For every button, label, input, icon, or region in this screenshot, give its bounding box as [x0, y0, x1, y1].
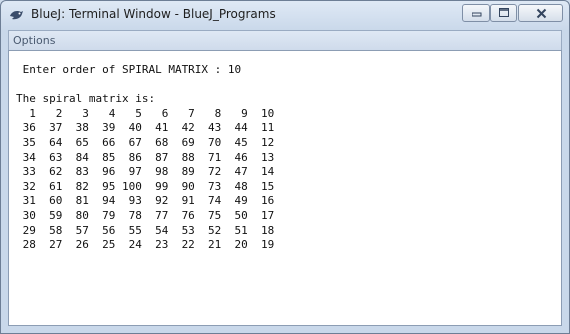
terminal-output-area[interactable]: Enter order of SPIRAL MATRIX : 10 The spi…: [8, 50, 562, 326]
menu-bar: Options: [8, 30, 562, 50]
minimize-icon: [472, 12, 482, 17]
terminal-window: BlueJ: Terminal Window - BlueJ_Programs …: [0, 0, 570, 334]
matrix-row: 29 58 57 56 55 54 53 52 51 18: [16, 223, 275, 237]
matrix-row: 35 64 65 66 67 68 69 70 45 12: [16, 135, 275, 149]
matrix-row: 36 37 38 39 40 41 42 43 44 11: [16, 121, 275, 135]
bluej-bird-icon: [10, 11, 23, 20]
matrix-row: 1 2 3 4 5 6 7 8 9 10: [16, 106, 275, 120]
matrix-row: 34 63 84 85 86 87 88 71 46 13: [16, 150, 275, 164]
matrix-row: 33 62 83 96 97 98 89 72 47 14: [16, 165, 275, 179]
terminal-text: Enter order of SPIRAL MATRIX : 10 The spi…: [16, 63, 274, 253]
title-bar[interactable]: BlueJ: Terminal Window - BlueJ_Programs: [1, 1, 569, 29]
minimize-button[interactable]: [462, 4, 490, 22]
maximize-button[interactable]: [490, 4, 517, 22]
matrix-row: 28 27 26 25 24 23 22 21 20 19: [16, 238, 275, 252]
maximize-icon: [499, 8, 509, 17]
terminal-line: The spiral matrix is:: [16, 92, 156, 106]
close-icon: [536, 8, 547, 19]
matrix-row: 31 60 81 94 93 92 91 74 49 16: [16, 194, 275, 208]
matrix-row: 32 61 82 95 100 99 90 73 48 15: [16, 179, 275, 193]
menu-options[interactable]: Options: [13, 34, 55, 47]
matrix-row: 30 59 80 79 78 77 76 75 50 17: [16, 208, 275, 222]
terminal-line: Enter order of SPIRAL MATRIX : 10: [16, 63, 242, 76]
close-button[interactable]: [518, 4, 563, 22]
window-title: BlueJ: Terminal Window - BlueJ_Programs: [31, 7, 276, 21]
